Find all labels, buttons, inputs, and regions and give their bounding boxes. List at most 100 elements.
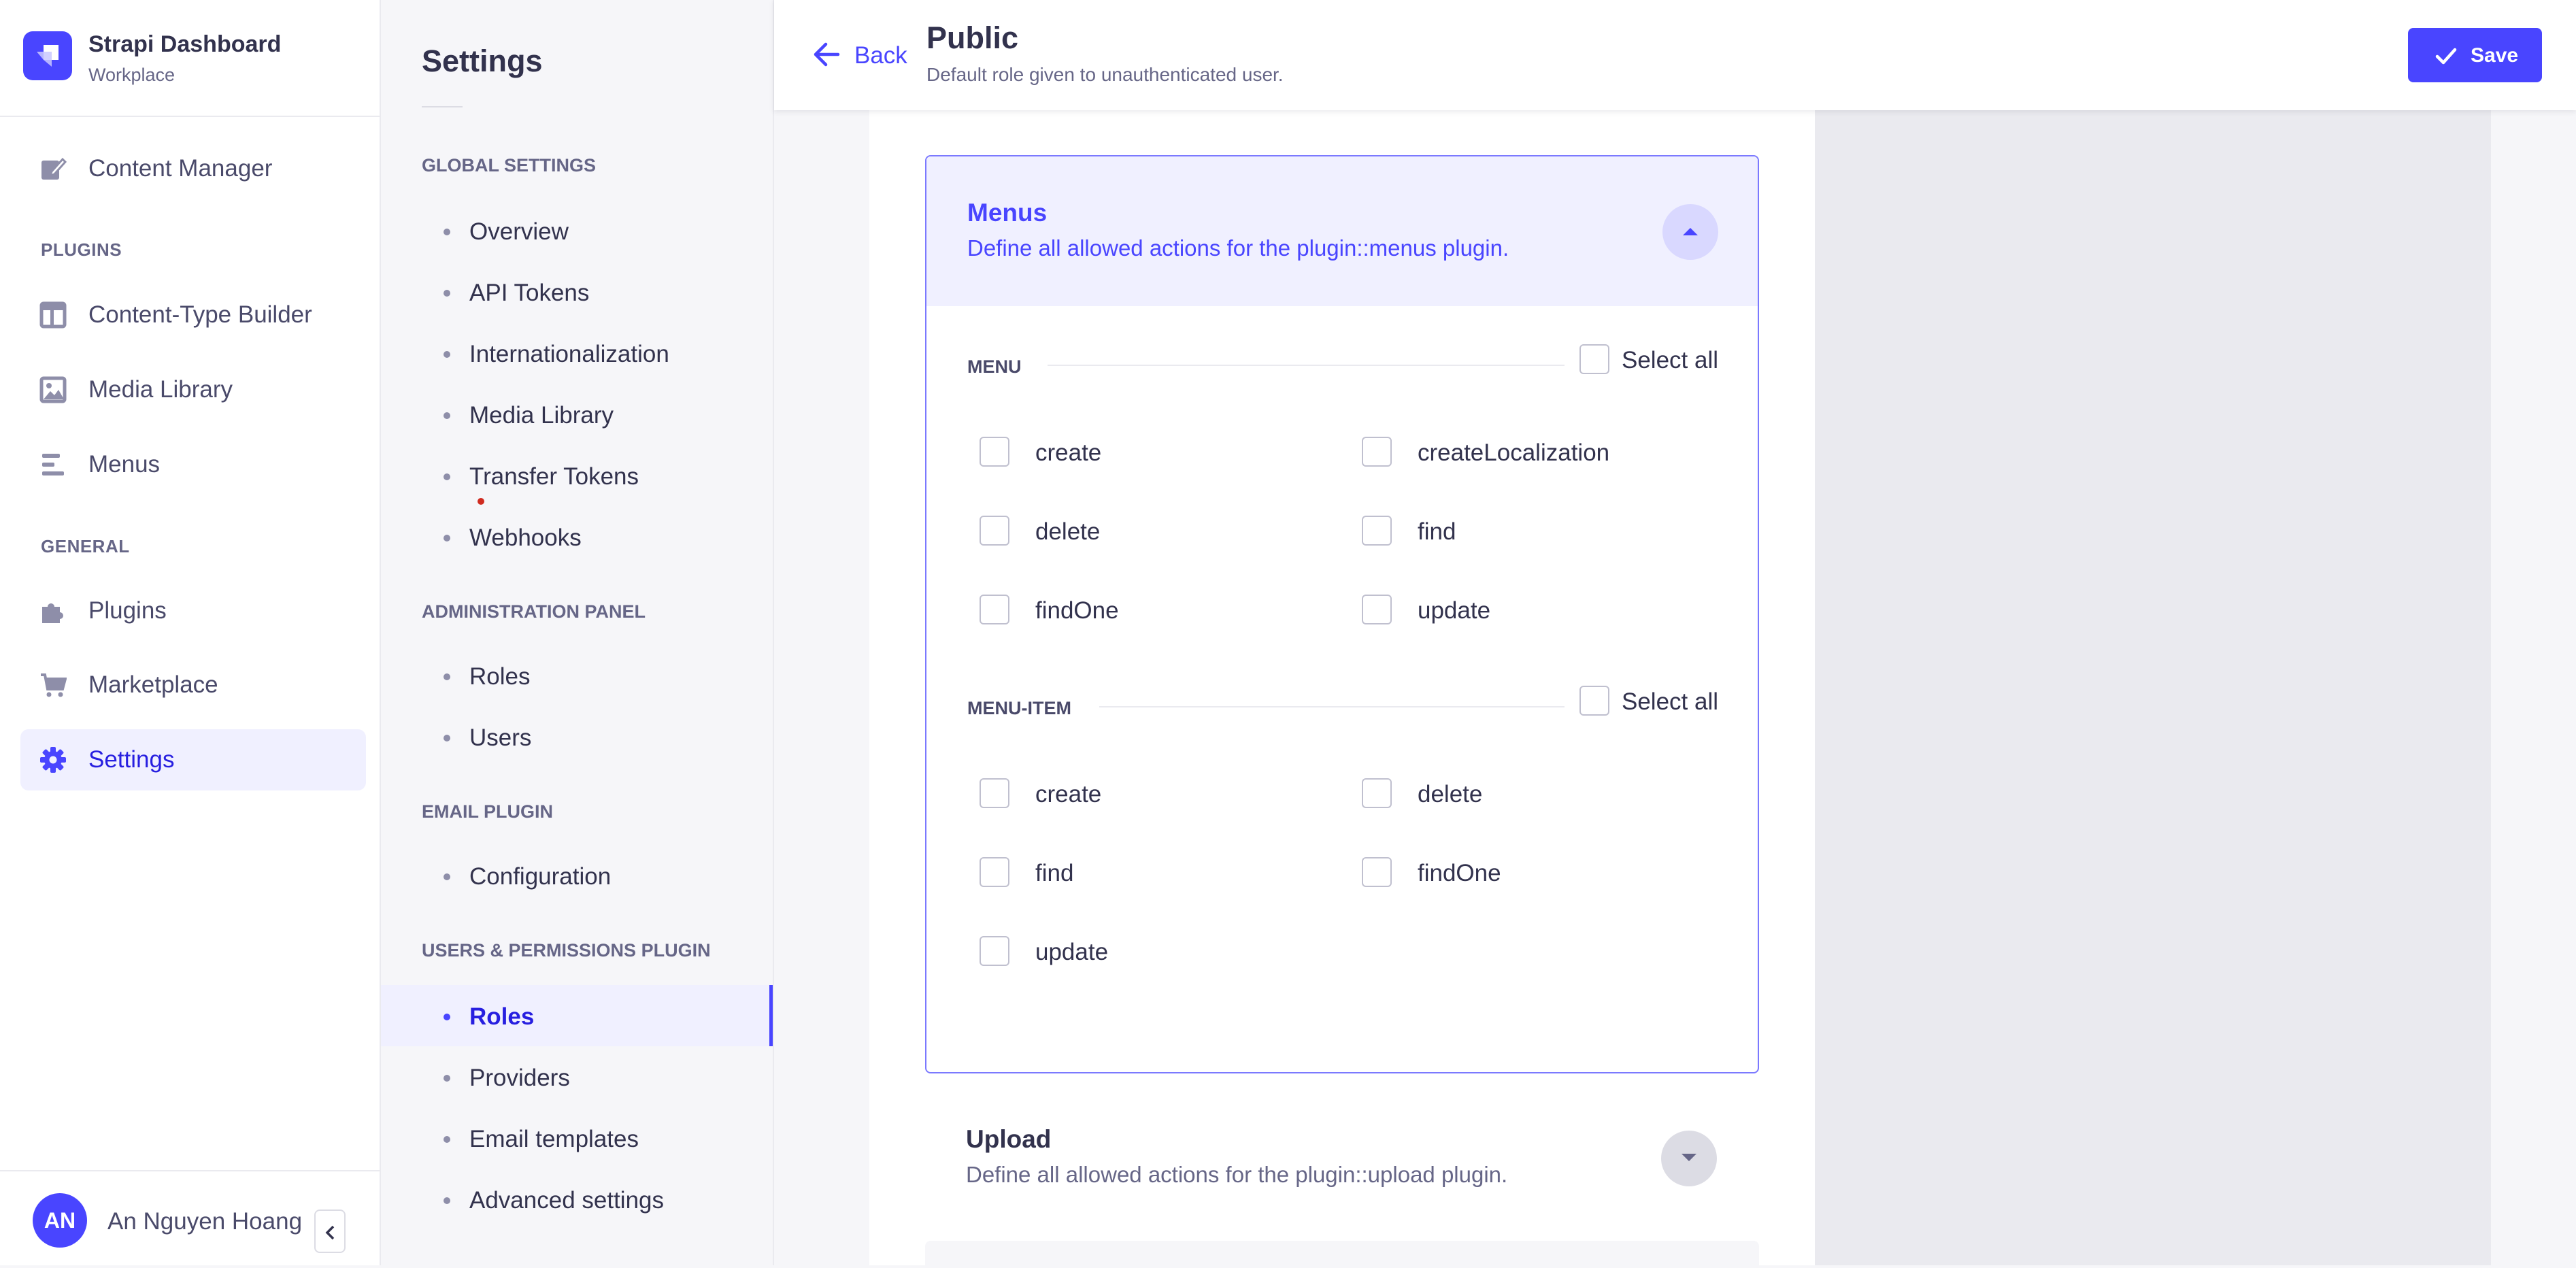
sub-item-media-library[interactable]: Media Library <box>381 384 773 445</box>
back-label: Back <box>854 42 907 69</box>
background-area <box>1815 110 2491 1265</box>
workspace-name: Workplace <box>88 65 175 85</box>
save-button[interactable]: Save <box>2408 28 2542 82</box>
sub-item-webhooks[interactable]: Webhooks <box>381 506 773 567</box>
arrow-left-icon <box>814 42 840 67</box>
cart-icon <box>39 671 67 699</box>
chevron-left-icon <box>325 1225 335 1240</box>
menus-permissions-panel: Menus Define all allowed actions for the… <box>925 155 1759 1073</box>
avatar[interactable]: AN <box>33 1193 87 1248</box>
checkbox[interactable] <box>1579 344 1609 374</box>
sub-item-up-roles[interactable]: Roles <box>381 985 773 1046</box>
expand-panel-button[interactable] <box>1661 1131 1717 1186</box>
checkbox[interactable] <box>980 936 1009 966</box>
panel-title: Menus <box>967 199 1048 227</box>
sub-item-label: Overview <box>469 218 569 245</box>
check-icon <box>2435 48 2457 65</box>
sub-item-label: Providers <box>469 1065 570 1091</box>
divider <box>1048 365 1565 366</box>
nav-item-settings[interactable]: Settings <box>20 729 366 790</box>
checkbox[interactable] <box>1362 437 1392 467</box>
sub-item-transfer-tokens[interactable]: Transfer Tokens <box>381 445 773 506</box>
page-subtitle: Default role given to unauthenticated us… <box>926 64 1284 85</box>
nav-item-plugins[interactable]: Plugins <box>20 580 366 641</box>
save-label: Save <box>2471 44 2519 67</box>
nav-item-marketplace[interactable]: Marketplace <box>20 654 366 716</box>
nav-item-content-manager[interactable]: Content Manager <box>20 138 366 199</box>
page-header: Back Public Default role given to unauth… <box>774 0 2576 110</box>
nav-label: Settings <box>88 746 175 773</box>
strapi-logo-icon[interactable] <box>23 31 72 80</box>
checkbox[interactable] <box>980 516 1009 546</box>
panel-description: Define all allowed actions for the plugi… <box>966 1162 1508 1187</box>
checkbox-label: delete <box>1035 518 1101 545</box>
checkbox-label: findOne <box>1418 860 1501 886</box>
nav-item-media-library[interactable]: Media Library <box>20 359 366 420</box>
sub-item-advanced-settings[interactable]: Advanced settings <box>381 1169 773 1230</box>
pencil-note-icon <box>39 155 67 182</box>
sub-item-configuration[interactable]: Configuration <box>381 845 773 906</box>
checkbox-label: create <box>1035 439 1102 466</box>
settings-title: Settings <box>422 44 543 78</box>
user-name[interactable]: An Nguyen Hoang <box>107 1208 302 1235</box>
checkbox[interactable] <box>980 595 1009 624</box>
section-administration-panel: ADMINISTRATION PANEL <box>422 601 646 622</box>
group-title-menu: MENU <box>967 356 1022 377</box>
sub-item-overview[interactable]: Overview <box>381 200 773 261</box>
layout-icon <box>39 301 67 329</box>
divider <box>422 106 463 107</box>
section-global-settings: GLOBAL SETTINGS <box>422 155 597 176</box>
nav-label: Content-Type Builder <box>88 301 312 328</box>
sub-item-label: Transfer Tokens <box>469 463 639 490</box>
menus-panel-header[interactable]: Menus Define all allowed actions for the… <box>926 156 1758 306</box>
nav-label: Marketplace <box>88 671 218 698</box>
collapse-panel-button[interactable] <box>1662 204 1718 260</box>
brand-header: Strapi Dashboard Workplace <box>0 0 380 117</box>
sub-item-label: Configuration <box>469 863 612 890</box>
checkbox[interactable] <box>980 437 1009 467</box>
checkbox-label: update <box>1035 939 1109 965</box>
nav-label: Content Manager <box>88 155 273 182</box>
gear-icon <box>39 746 67 773</box>
sub-item-label: Internationalization <box>469 341 669 367</box>
group-title-menu-item: MENU-ITEM <box>967 698 1071 718</box>
puzzle-icon <box>39 597 67 624</box>
checkbox[interactable] <box>980 778 1009 808</box>
app-title: Strapi Dashboard <box>88 31 282 57</box>
sub-item-internationalization[interactable]: Internationalization <box>381 322 773 384</box>
main-navigation: Strapi Dashboard Workplace Content Manag… <box>0 0 381 1265</box>
sub-item-api-tokens[interactable]: API Tokens <box>381 261 773 322</box>
checkbox[interactable] <box>1362 516 1392 546</box>
nav-label: Media Library <box>88 376 233 403</box>
checkbox[interactable] <box>1579 686 1609 716</box>
collapse-nav-button[interactable] <box>314 1209 346 1253</box>
checkbox-label: update <box>1418 597 1491 624</box>
sub-item-providers[interactable]: Providers <box>381 1046 773 1107</box>
nav-section-plugins: PLUGINS <box>41 239 122 260</box>
notification-dot <box>478 498 484 505</box>
sub-item-label: API Tokens <box>469 280 590 306</box>
nav-item-content-type-builder[interactable]: Content-Type Builder <box>20 284 366 346</box>
checkbox[interactable] <box>980 857 1009 887</box>
checkbox[interactable] <box>1362 595 1392 624</box>
nav-item-menus[interactable]: Menus <box>20 434 366 495</box>
caret-up-icon <box>1683 228 1698 235</box>
checkbox-label: create <box>1035 781 1102 807</box>
panel-description: Define all allowed actions for the plugi… <box>967 235 1509 261</box>
checkbox[interactable] <box>1362 857 1392 887</box>
checkbox-label: find <box>1418 518 1456 545</box>
caret-down-icon <box>1682 1154 1696 1161</box>
nav-label: Menus <box>88 451 161 478</box>
checkbox-label: find <box>1035 860 1074 886</box>
sub-item-users[interactable]: Users <box>381 706 773 767</box>
sub-item-label: Roles <box>469 663 531 690</box>
upload-permissions-panel[interactable]: Upload Define all allowed actions for th… <box>925 1103 1759 1233</box>
checkbox[interactable] <box>1362 778 1392 808</box>
nav-label: Plugins <box>88 597 167 624</box>
checkbox-label: delete <box>1418 781 1483 807</box>
sub-item-admin-roles[interactable]: Roles <box>381 645 773 706</box>
section-users-permissions: USERS & PERMISSIONS PLUGIN <box>422 940 711 961</box>
settings-sub-navigation: Settings GLOBAL SETTINGS Overview API To… <box>381 0 774 1265</box>
checkbox-label: createLocalization <box>1418 439 1610 466</box>
sub-item-email-templates[interactable]: Email templates <box>381 1107 773 1169</box>
